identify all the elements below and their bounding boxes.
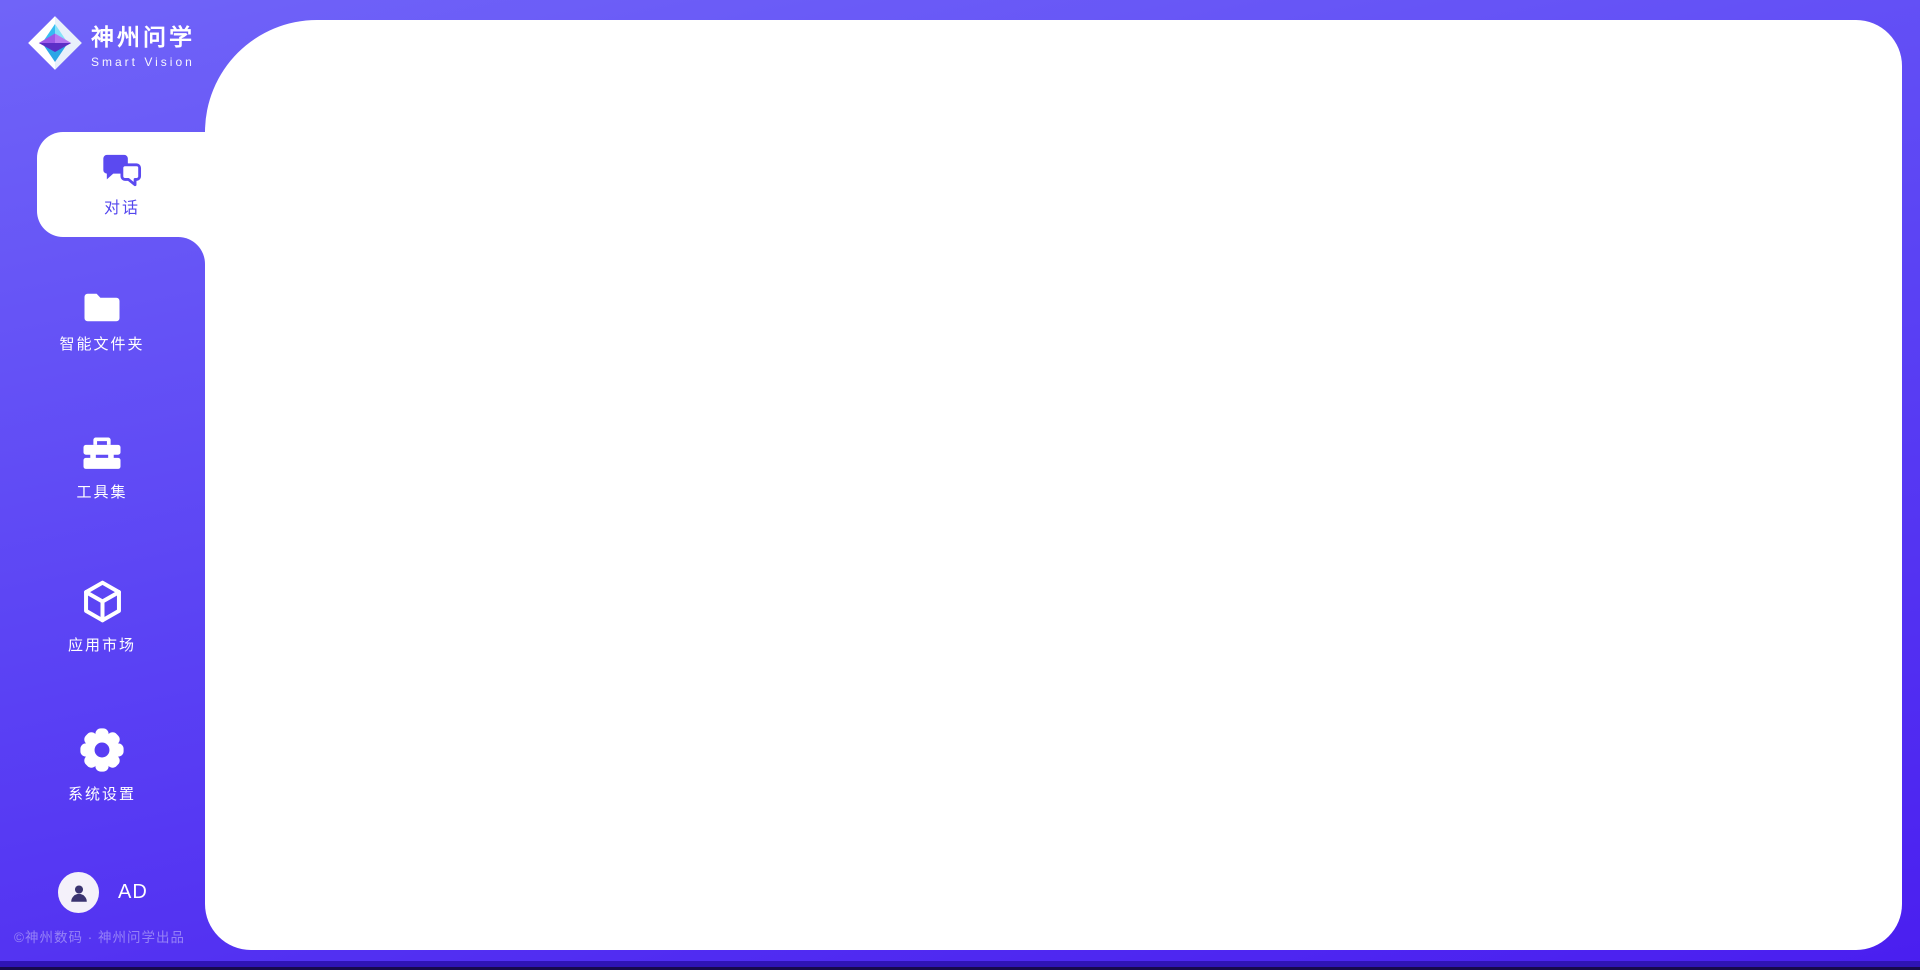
sidebar-item-app-market[interactable]: 应用市场 (0, 578, 204, 655)
brand-subtitle: Smart Vision (91, 55, 195, 69)
user-initials: AD (118, 881, 148, 904)
sidebar-item-label: 应用市场 (68, 634, 136, 655)
sidebar-item-settings[interactable]: 系统设置 (0, 726, 204, 804)
sidebar-item-label: 智能文件夹 (59, 333, 144, 354)
brand-logo-diamond-icon (27, 15, 83, 71)
user-account[interactable]: AD (58, 872, 148, 913)
gear-icon (78, 726, 126, 774)
avatar (58, 872, 99, 913)
chat-bubbles-icon (101, 152, 143, 187)
sidebar-item-label: 系统设置 (68, 783, 136, 804)
cube-icon (79, 578, 126, 625)
sidebar-item-toolset[interactable]: 工具集 (0, 435, 204, 502)
sidebar-item-label: 对话 (104, 194, 140, 218)
brand: 神州问学 Smart Vision (27, 15, 195, 71)
main-panel (205, 20, 1902, 950)
sidebar-item-smart-folder[interactable]: 智能文件夹 (0, 291, 204, 354)
brand-name: 神州问学 (91, 18, 195, 52)
person-icon (68, 882, 90, 904)
sidebar-footer: ©神州数码 · 神州问学出品 (14, 926, 185, 946)
sidebar-item-chat[interactable]: 对话 (37, 132, 207, 237)
briefcase-icon (81, 435, 123, 472)
sidebar-item-label: 工具集 (76, 481, 127, 502)
folder-icon (82, 291, 122, 324)
